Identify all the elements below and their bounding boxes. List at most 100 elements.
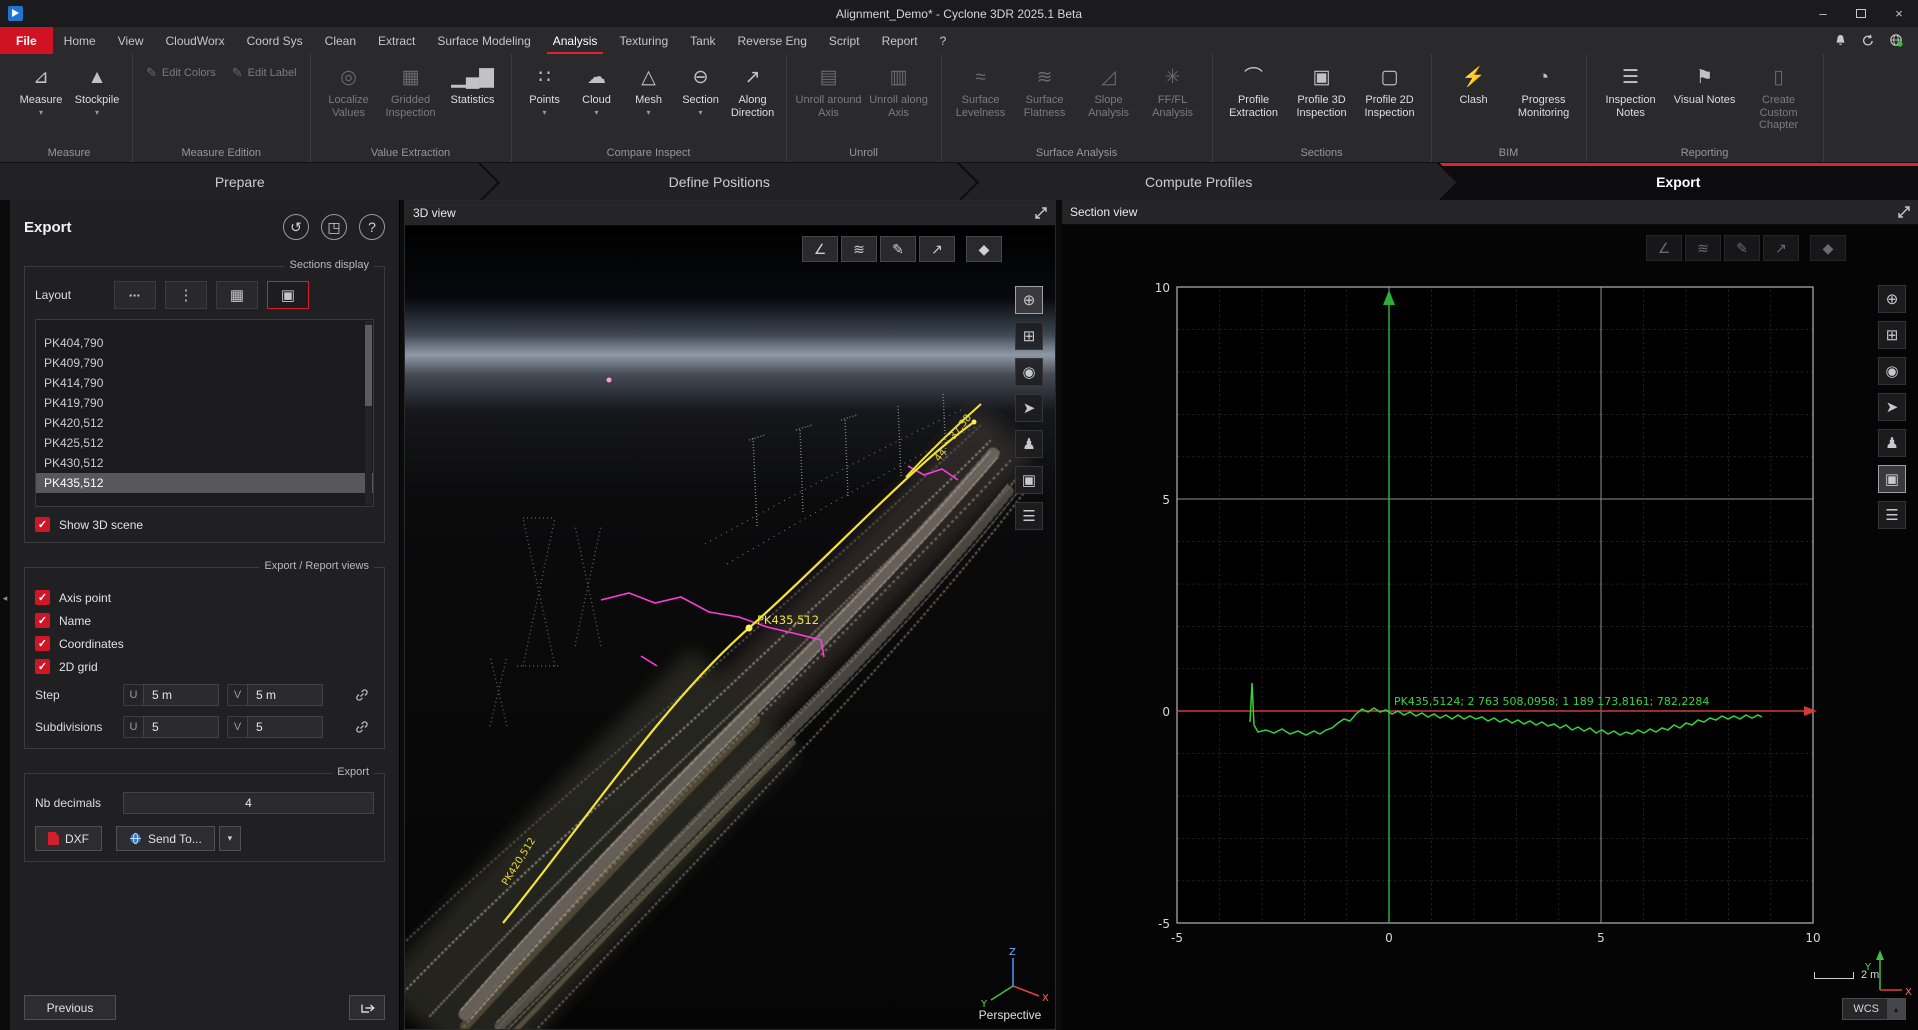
minimize-button[interactable]: – (1804, 0, 1842, 27)
view-option-checkbox[interactable] (35, 590, 50, 605)
ribbon-item[interactable]: ↗ Along Direction (727, 62, 779, 121)
link-uv-icon[interactable] (350, 684, 374, 706)
view-tool-button[interactable]: ✎ (1724, 235, 1760, 261)
ribbon-item[interactable]: ⚑ Visual Notes (1668, 62, 1742, 109)
panel-header-icon[interactable]: ◳ (321, 214, 347, 240)
menu-item[interactable]: Clean (314, 27, 367, 54)
nav-tool-button[interactable]: ▣ (1015, 466, 1043, 494)
view-tool-button[interactable]: ∠ (1646, 235, 1682, 261)
subdivisions-v-input[interactable] (247, 716, 323, 738)
projection-mode-label[interactable]: Perspective (945, 1008, 1055, 1022)
wcs-selector[interactable]: WCS (1842, 998, 1906, 1020)
ribbon-item[interactable]: ▣ Profile 3D Inspection (1288, 62, 1356, 121)
nav-tool-button[interactable]: ▣ (1878, 465, 1906, 493)
nav-tool-button[interactable]: ♟ (1015, 430, 1043, 458)
section-viewport[interactable]: PK435,5124; 2 763 508,0958; 1 189 173,81… (1062, 225, 1918, 1030)
panel-header-icon[interactable]: ? (359, 214, 385, 240)
ribbon-item[interactable]: ∷ Points (519, 62, 571, 119)
ribbon-item[interactable]: ≋ Surface Flatness (1013, 62, 1077, 121)
ribbon-item[interactable]: ✳ FF/FL Analysis (1141, 62, 1205, 121)
ribbon-item[interactable]: △ Mesh (623, 62, 675, 119)
menu-item[interactable]: CloudWorx (154, 27, 235, 54)
ribbon-item[interactable]: ⌒ Profile Extraction (1220, 62, 1288, 121)
nav-tool-button[interactable]: ◉ (1878, 357, 1906, 385)
ribbon-item[interactable]: ☰ Inspection Notes (1594, 62, 1668, 121)
view-tool-button[interactable]: ◆ (1810, 235, 1846, 261)
ribbon-item[interactable]: ☁ Cloud (571, 62, 623, 119)
nav-tool-button[interactable]: ☰ (1015, 502, 1043, 530)
nav-tool-button[interactable]: ⊞ (1015, 322, 1043, 350)
menu-item[interactable]: File (0, 27, 53, 54)
ribbon-item[interactable]: ⊿ Measure (13, 62, 69, 119)
layout-option-button[interactable]: ▣ (267, 281, 309, 309)
menu-item[interactable]: Home (53, 27, 107, 54)
view-tool-button[interactable]: ↗ (919, 236, 955, 262)
sync-icon[interactable] (1861, 34, 1875, 47)
expand-view-icon[interactable] (1035, 207, 1047, 219)
list-scrollbar[interactable] (365, 321, 372, 505)
show-3d-scene-checkbox[interactable] (35, 517, 50, 532)
menu-item[interactable]: Reverse Eng (727, 27, 818, 54)
section-list-item[interactable]: PK414,790 (36, 373, 373, 393)
workflow-step[interactable]: Export (1439, 163, 1918, 200)
ribbon-item[interactable]: ✎ Edit Colors (140, 62, 222, 85)
section-list-item[interactable]: PK419,790 (36, 393, 373, 413)
maximize-button[interactable] (1842, 0, 1880, 27)
menu-item[interactable]: ? (929, 27, 958, 54)
ribbon-item[interactable]: ⚡ Clash (1439, 62, 1509, 109)
ribbon-item[interactable]: ▁▄▇ Statistics (442, 62, 504, 109)
view-option-checkbox[interactable] (35, 613, 50, 628)
menu-item[interactable]: Analysis (542, 27, 609, 54)
menu-item[interactable]: Script (818, 27, 871, 54)
view-option-checkbox[interactable] (35, 659, 50, 674)
view-tool-button[interactable]: ◆ (966, 236, 1002, 262)
ribbon-item[interactable]: ▲ Stockpile (69, 62, 125, 119)
close-button[interactable]: × (1880, 0, 1918, 27)
ribbon-item[interactable]: ◿ Slope Analysis (1077, 62, 1141, 121)
ribbon-item[interactable]: ▤ Unroll around Axis (794, 62, 864, 121)
nav-tool-button[interactable]: ♟ (1878, 429, 1906, 457)
menu-item[interactable]: Extract (367, 27, 426, 54)
ribbon-item[interactable]: ▢ Profile 2D Inspection (1356, 62, 1424, 121)
menu-item[interactable]: Report (871, 27, 929, 54)
view-tool-button[interactable]: ≋ (841, 236, 877, 262)
menu-item[interactable]: Texturing (608, 27, 679, 54)
view-tool-button[interactable]: ≋ (1685, 235, 1721, 261)
view-tool-button[interactable]: ✎ (880, 236, 916, 262)
nav-tool-button[interactable]: ⊕ (1878, 285, 1906, 313)
previous-button[interactable]: Previous (24, 995, 116, 1020)
menu-item[interactable]: Tank (679, 27, 726, 54)
section-list-item[interactable]: PK425,512 (36, 433, 373, 453)
scrollbar-thumb[interactable] (365, 325, 372, 406)
menu-item[interactable]: Surface Modeling (426, 27, 541, 54)
nav-tool-button[interactable]: ➤ (1878, 393, 1906, 421)
section-list-item[interactable]: PK420,512 (36, 413, 373, 433)
layout-option-button[interactable]: ▦ (216, 281, 258, 309)
ribbon-item[interactable]: ≈ Surface Levelness (949, 62, 1013, 121)
nb-decimals-input[interactable] (123, 792, 374, 814)
view-tool-button[interactable]: ∠ (802, 236, 838, 262)
send-to-dropdown-button[interactable] (219, 826, 241, 851)
dxf-export-button[interactable]: DXF (35, 826, 102, 851)
subdivisions-u-input[interactable] (143, 716, 219, 738)
layout-option-button[interactable]: ▪▪▪ (114, 281, 156, 309)
section-list-item[interactable]: PK430,512 (36, 453, 373, 473)
ribbon-item[interactable]: ◎ Localize Values (318, 62, 380, 121)
menu-item[interactable]: View (107, 27, 155, 54)
ribbon-item[interactable]: ▦ Gridded Inspection (380, 62, 442, 121)
notifications-bell-icon[interactable] (1834, 34, 1847, 47)
layout-option-button[interactable]: ⋮ (165, 281, 207, 309)
online-status-globe-icon[interactable] (1889, 33, 1904, 48)
workflow-step[interactable]: Prepare (0, 163, 480, 200)
section-list-item[interactable]: PK404,790 (36, 333, 373, 353)
panel-collapse-handle[interactable] (0, 588, 10, 608)
panel-header-icon[interactable]: ↺ (283, 214, 309, 240)
link-uv-icon[interactable] (350, 716, 374, 738)
ribbon-item[interactable]: ◔ Progress Monitoring (1509, 62, 1579, 121)
nav-tool-button[interactable]: ⊕ (1015, 286, 1043, 314)
send-to-button[interactable]: Send To... (116, 826, 215, 851)
expand-view-icon[interactable] (1898, 206, 1910, 218)
nav-tool-button[interactable]: ➤ (1015, 394, 1043, 422)
section-list-item[interactable]: PK435,512 (36, 473, 373, 493)
3d-viewport[interactable]: PK435,512 PK420,512 37,38 44 ∠≋✎↗◆ ⊕⊞◉➤♟… (405, 226, 1055, 1029)
